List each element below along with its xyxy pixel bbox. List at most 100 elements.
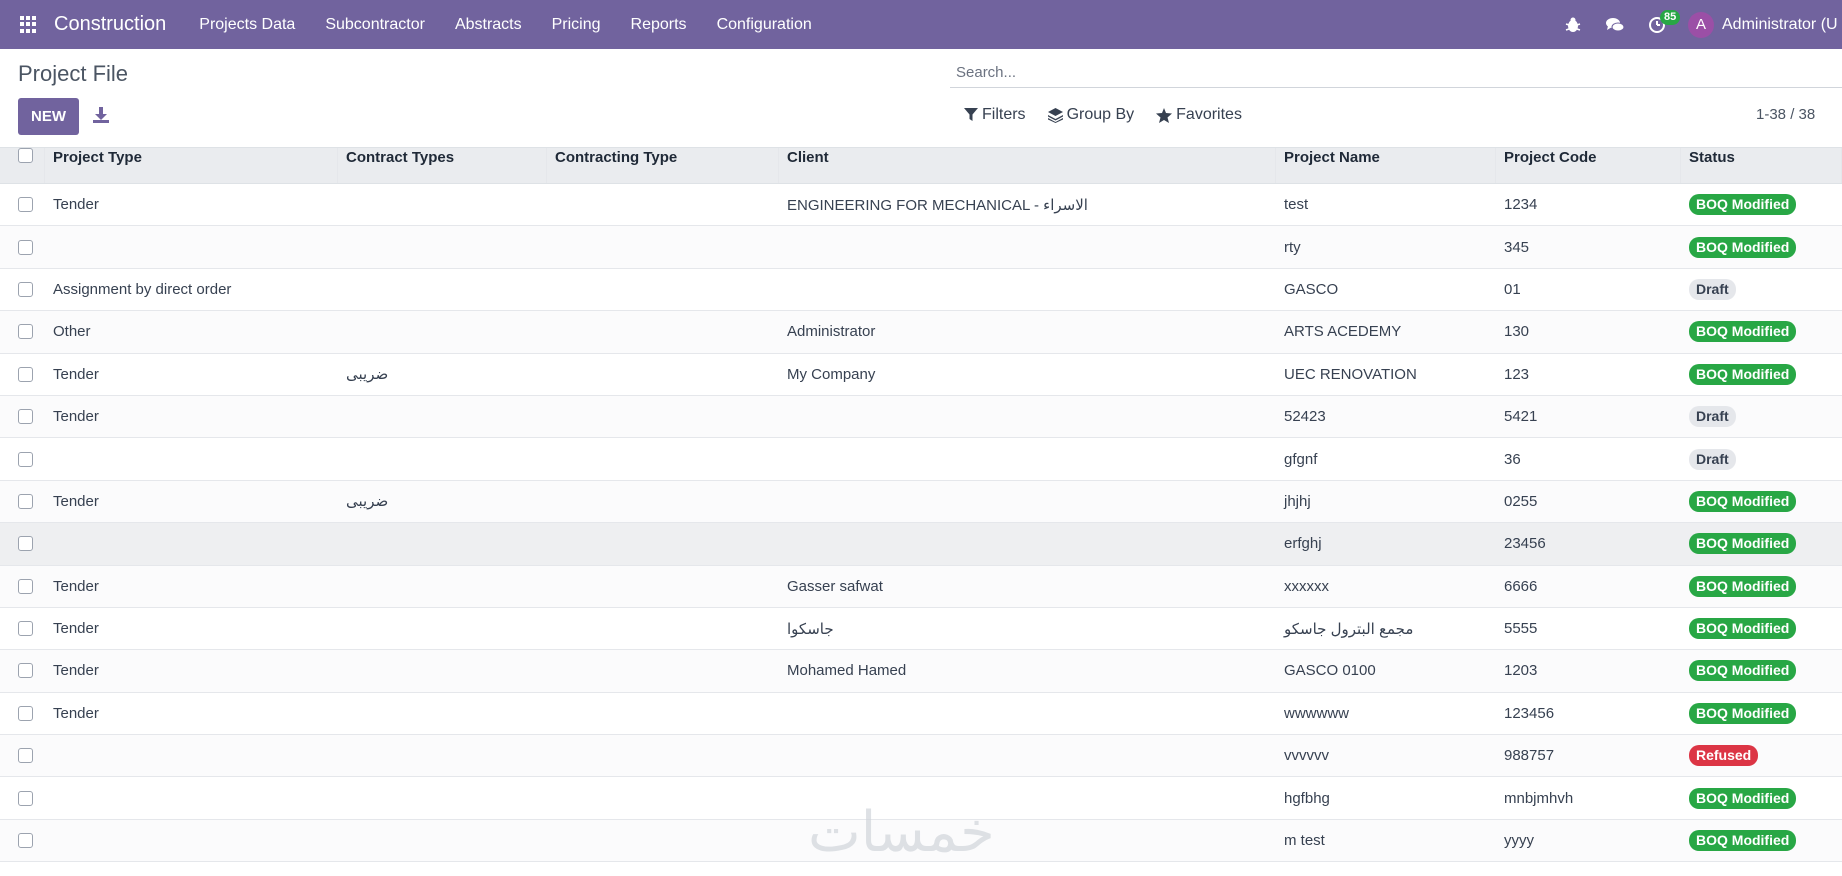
apps-menu-icon[interactable] <box>20 15 38 34</box>
menu-abstracts[interactable]: Abstracts <box>440 16 537 34</box>
debug-bug-icon[interactable] <box>1552 0 1594 49</box>
row-checkbox[interactable] <box>18 663 33 679</box>
chat-messages-icon[interactable] <box>1594 0 1636 49</box>
cell-project-code: yyyy <box>1504 832 1534 850</box>
row-select-cell <box>0 735 45 776</box>
table-row[interactable]: Tender ضريبى My Company UEC RENOVATION 123 BO… <box>0 354 1842 396</box>
menu-subcontractor[interactable]: Subcontractor <box>310 16 440 34</box>
table-row[interactable]: Tender wwwwww 123456 BOQ Modified <box>0 693 1842 736</box>
cell-project-code: 1234 <box>1504 196 1538 214</box>
table-row[interactable]: Tender ضريبى jhjhj 0255 BOQ Modified <box>0 480 1842 524</box>
row-checkbox[interactable] <box>18 748 33 764</box>
row-select-cell <box>0 693 45 734</box>
table-row[interactable]: Tender 52423 5421 Draft <box>0 395 1842 439</box>
row-checkbox[interactable] <box>18 366 33 382</box>
table-row[interactable]: rty 345 BOQ Modified <box>0 226 1842 269</box>
row-checkbox[interactable] <box>18 409 33 425</box>
search-panel-toggles: Filters Group By Favorites <box>964 106 1264 124</box>
table-row[interactable]: Tender Gasser safwat xxxxxx 6666 BOQ Modifie… <box>0 565 1842 608</box>
filters-toggle[interactable]: Filters <box>964 106 1026 124</box>
header-project-type[interactable]: Project Type <box>45 148 338 183</box>
row-select-cell <box>0 226 45 267</box>
row-checkbox[interactable] <box>18 451 33 467</box>
status-badge: BOQ Modified <box>1689 363 1797 385</box>
cell-contract-types <box>338 566 547 607</box>
status-badge: Draft <box>1689 406 1736 428</box>
cell-contracting-type <box>547 820 779 861</box>
pager-value[interactable]: 1-38 / 38 <box>1756 106 1815 123</box>
cell-project-code: 0255 <box>1504 492 1538 510</box>
table-row[interactable]: Tender ENGINEERING FOR MECHANICAL - الاسر… <box>0 184 1842 227</box>
cell-contracting-type <box>547 226 779 267</box>
table-row[interactable]: Tender جاسكوا مجمع البترول جاسكو 5555 BOQ Mo… <box>0 608 1842 651</box>
cell-project-type: Other <box>53 323 91 341</box>
cell-contracting-type <box>547 311 779 352</box>
header-contracting-type[interactable]: Contracting Type <box>547 148 779 183</box>
row-checkbox[interactable] <box>18 324 33 340</box>
header-contract-types[interactable]: Contract Types <box>338 148 547 183</box>
cell-project-name: wwwwww <box>1284 704 1349 722</box>
header-project-code[interactable]: Project Code <box>1496 148 1681 183</box>
table-row[interactable]: Tender Mohamed Hamed GASCO 0100 1203 BOQ Mod… <box>0 650 1842 693</box>
row-checkbox[interactable] <box>18 281 33 297</box>
row-checkbox[interactable] <box>18 239 33 255</box>
select-all-checkbox[interactable] <box>18 148 33 163</box>
row-checkbox[interactable] <box>18 536 33 552</box>
menu-reports[interactable]: Reports <box>616 16 702 34</box>
table-row[interactable]: vvvvvv 988757 Refused <box>0 735 1842 778</box>
cell-status: BOQ Modified <box>1681 226 1842 267</box>
cell-client: Gasser safwat <box>787 577 883 595</box>
cell-status: BOQ Modified <box>1681 523 1842 564</box>
user-avatar[interactable]: A <box>1688 11 1714 38</box>
menu-pricing[interactable]: Pricing <box>537 16 616 34</box>
search-input[interactable] <box>950 58 1842 86</box>
cell-project-code: 5555 <box>1504 620 1538 638</box>
row-checkbox[interactable] <box>18 493 33 509</box>
cell-client <box>779 226 1276 267</box>
header-client[interactable]: Client <box>779 148 1276 183</box>
top-navbar: Construction Projects Data Subcontractor… <box>0 0 1842 49</box>
table-row[interactable]: Other Administrator ARTS ACEDEMY 130 BOQ Mod… <box>0 311 1842 354</box>
status-badge: BOQ Modified <box>1689 490 1797 512</box>
user-menu[interactable]: Administrator (U <box>1722 16 1842 34</box>
row-checkbox[interactable] <box>18 705 33 721</box>
row-select-cell <box>0 820 45 861</box>
header-project-name[interactable]: Project Name <box>1276 148 1496 183</box>
table-row[interactable]: gfgnf 36 Draft <box>0 438 1842 481</box>
row-select-cell <box>0 608 45 649</box>
row-checkbox[interactable] <box>18 790 33 806</box>
cell-contracting-type <box>547 777 779 818</box>
row-select-cell <box>0 311 45 352</box>
row-checkbox[interactable] <box>18 578 33 594</box>
row-checkbox[interactable] <box>18 833 33 849</box>
cell-contract-types <box>338 269 547 310</box>
app-brand[interactable]: Construction <box>54 13 166 36</box>
status-badge: BOQ Modified <box>1689 660 1797 682</box>
group-by-toggle[interactable]: Group By <box>1047 106 1134 124</box>
cell-contracting-type <box>547 354 779 395</box>
cell-project-name: مجمع البترول جاسكو <box>1284 620 1414 638</box>
new-button[interactable]: NEW <box>18 98 79 135</box>
cell-contract-types <box>338 523 547 564</box>
cell-contract-types <box>338 438 547 479</box>
cell-client: جاسكوا <box>787 620 834 638</box>
search-box[interactable] <box>950 58 1842 88</box>
menu-configuration[interactable]: Configuration <box>702 16 827 34</box>
row-select-cell <box>0 777 45 818</box>
table-row[interactable]: Assignment by direct order GASCO 01 Draft <box>0 269 1842 312</box>
activity-clock-icon[interactable]: 85 <box>1636 0 1681 49</box>
menu-projects-data[interactable]: Projects Data <box>184 16 310 34</box>
activity-count-badge: 85 <box>1660 10 1681 25</box>
row-checkbox[interactable] <box>18 621 33 637</box>
cell-project-name: GASCO 0100 <box>1284 662 1376 680</box>
cell-status: BOQ Modified <box>1681 354 1842 395</box>
cell-contracting-type <box>547 650 779 691</box>
cell-contracting-type <box>547 693 779 734</box>
row-checkbox[interactable] <box>18 197 33 213</box>
cell-project-name: erfghj <box>1284 535 1322 553</box>
favorites-toggle[interactable]: Favorites <box>1156 106 1242 124</box>
page-title: Project File <box>18 61 129 86</box>
download-icon[interactable] <box>88 102 114 128</box>
table-row[interactable]: erfghj 23456 BOQ Modified <box>0 523 1842 566</box>
header-status[interactable]: Status <box>1681 148 1842 183</box>
